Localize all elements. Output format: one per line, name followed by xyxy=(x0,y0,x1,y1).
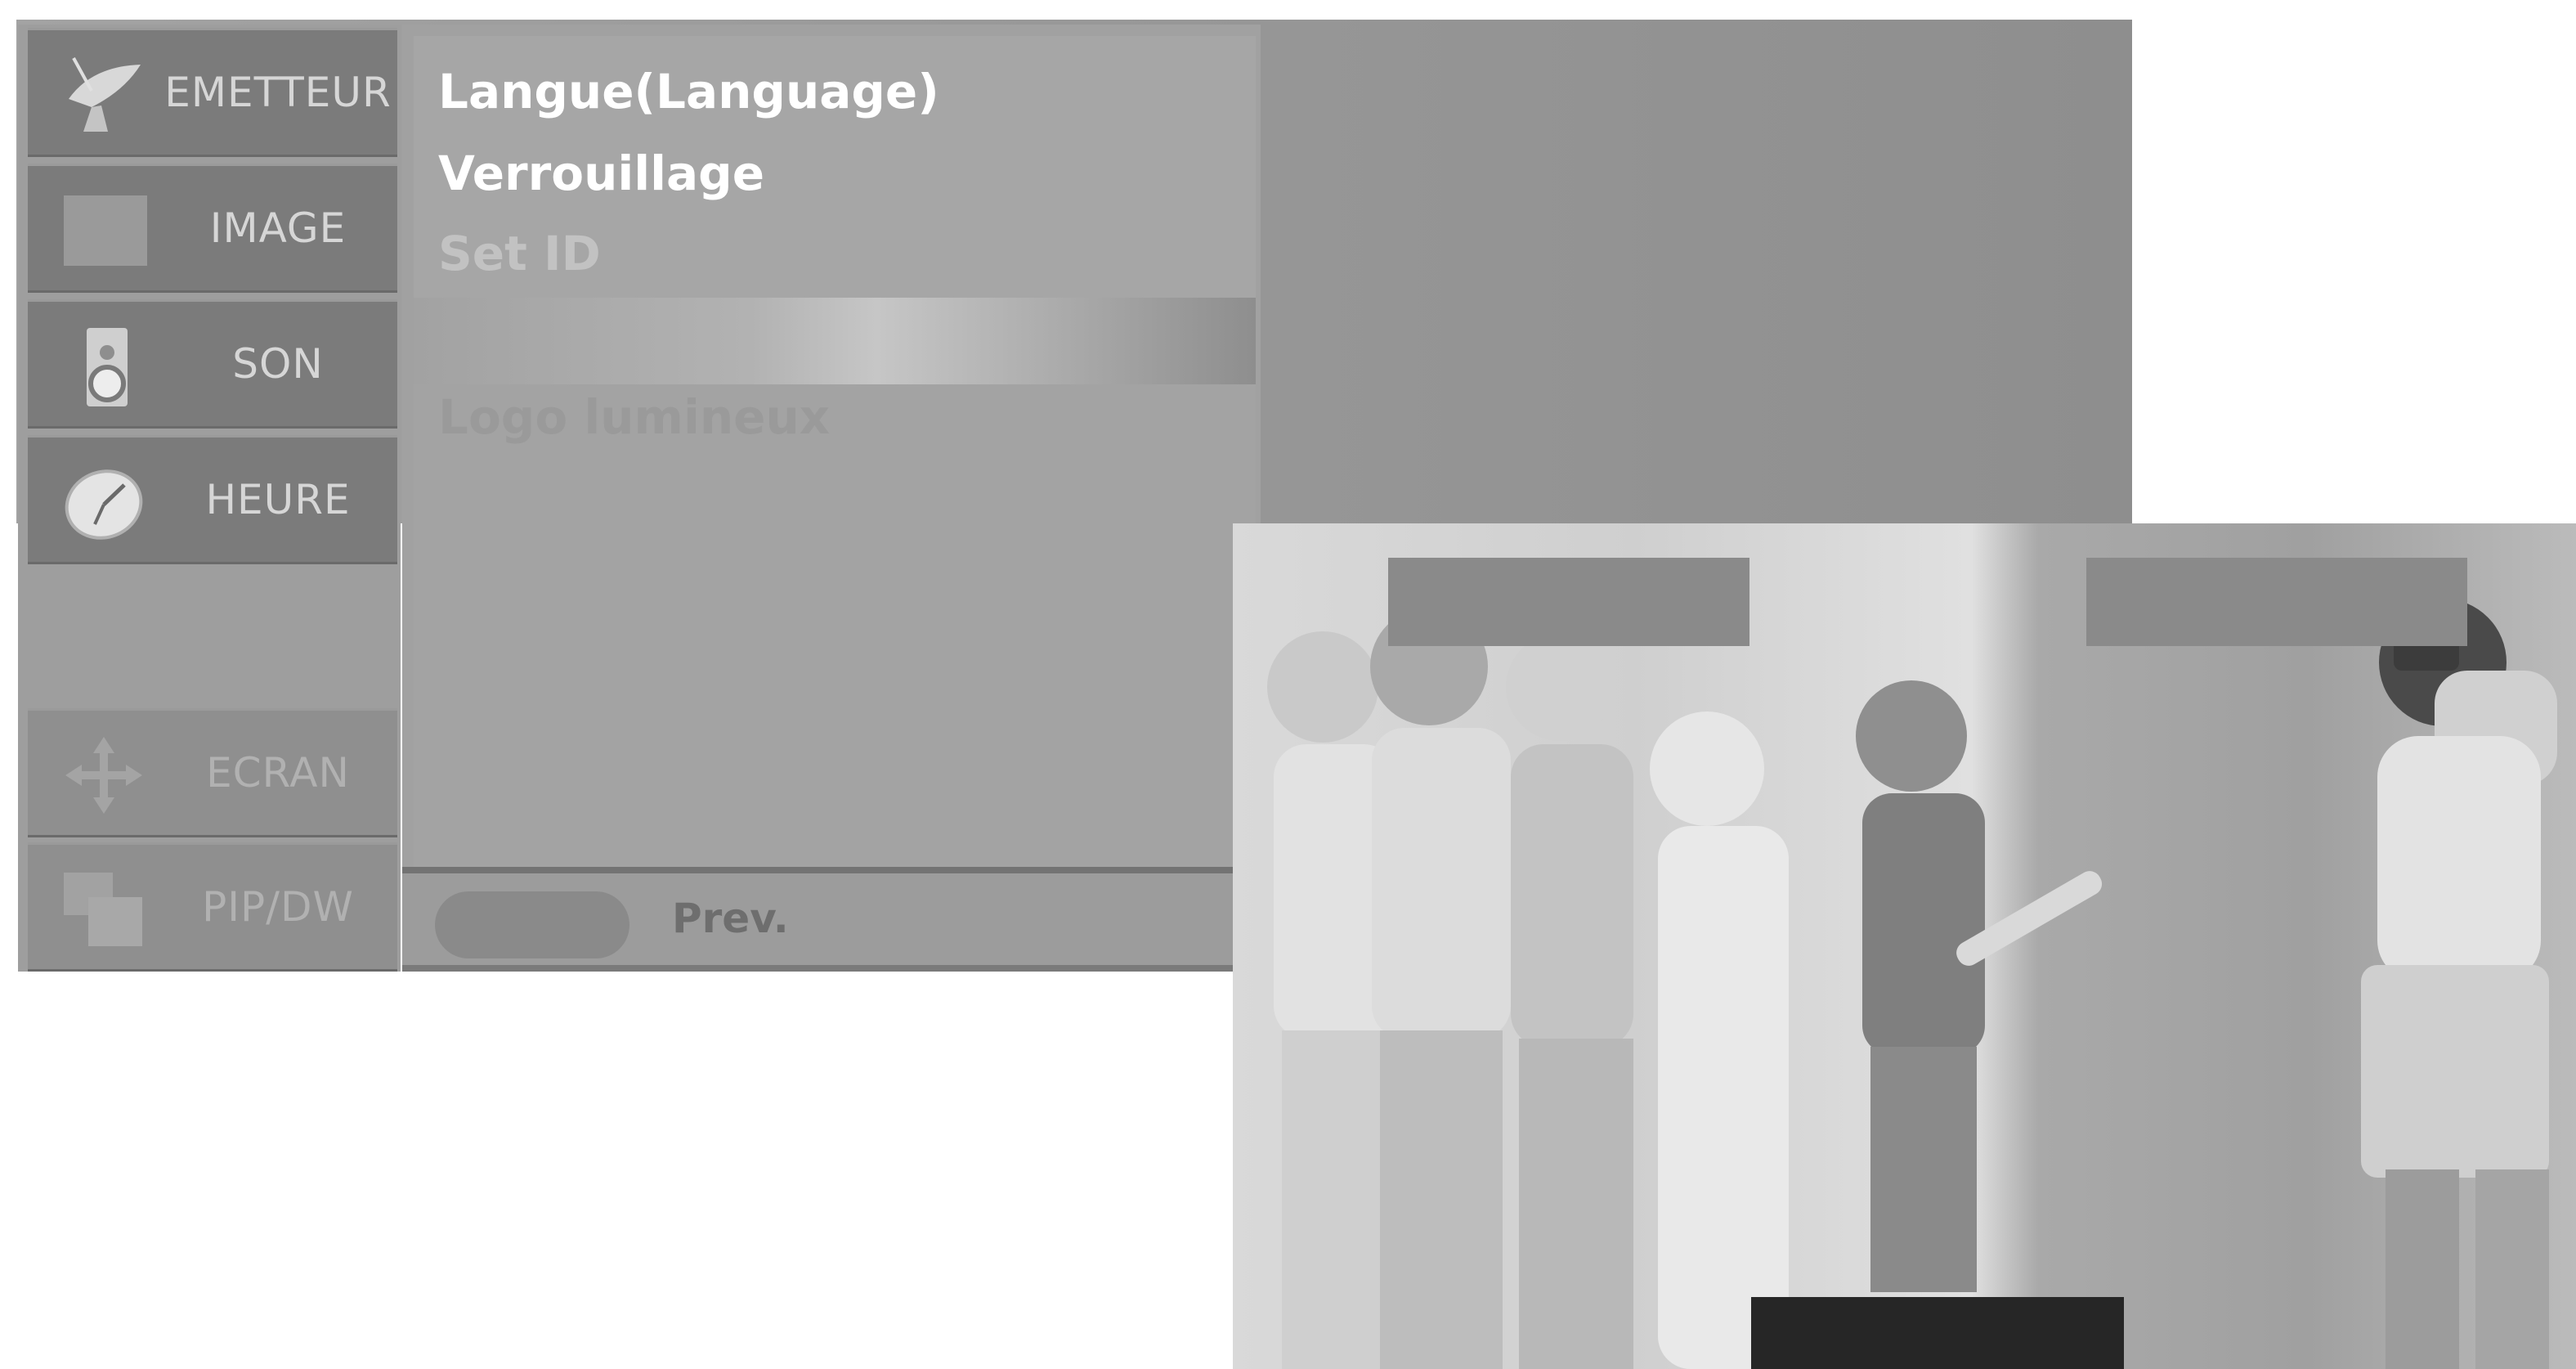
menu-item-set-id[interactable]: Set ID xyxy=(438,226,601,281)
sidebar-item-label: IMAGE xyxy=(209,204,347,252)
category-sidebar: EMETTEUR IMAGE SON HEURE ECRAN PIP/DW xyxy=(18,25,401,972)
menu-highlight-band xyxy=(414,298,1256,384)
menu-item-logo-lumineux[interactable]: Logo lumineux xyxy=(438,389,830,445)
menu-item-langue[interactable]: Langue(Language) xyxy=(438,64,939,119)
menu-band xyxy=(414,384,1256,885)
speaker-icon xyxy=(59,321,149,411)
prev-label: Prev. xyxy=(672,895,789,942)
photo-dark-box xyxy=(1751,1297,2124,1369)
picture-square-icon xyxy=(59,186,149,276)
prev-button[interactable] xyxy=(435,891,629,958)
sidebar-item-pip-dw[interactable]: PIP/DW xyxy=(28,842,397,972)
sidebar-item-image[interactable]: IMAGE xyxy=(28,164,397,293)
sidebar-item-label: HEURE xyxy=(205,476,351,523)
sidebar-item-label: EMETTEUR xyxy=(164,69,392,116)
move-arrows-icon xyxy=(59,730,149,820)
photo-label-box-left xyxy=(1388,558,1749,646)
options-submenu: Langue(Language) Verrouillage Set ID Log… xyxy=(402,25,1261,972)
sidebar-item-son[interactable]: SON xyxy=(28,299,397,429)
children-photo-illustration xyxy=(1267,599,2557,1369)
background-photo xyxy=(1233,523,2576,1369)
pip-windows-icon xyxy=(59,864,149,954)
sidebar-item-emetteur[interactable]: EMETTEUR xyxy=(28,28,397,157)
sidebar-item-label: PIP/DW xyxy=(202,883,354,931)
clock-icon xyxy=(59,457,149,547)
sidebar-item-ecran[interactable]: ECRAN xyxy=(28,708,397,837)
menu-footer-bar: Prev. xyxy=(402,867,1234,972)
sidebar-item-label: SON xyxy=(232,340,324,388)
sidebar-item-heure[interactable]: HEURE xyxy=(28,435,397,564)
sidebar-item-label: ECRAN xyxy=(206,749,350,797)
menu-item-verrouillage[interactable]: Verrouillage xyxy=(438,146,764,201)
photo-label-box-right xyxy=(2086,558,2467,646)
satellite-dish-icon xyxy=(59,50,149,140)
